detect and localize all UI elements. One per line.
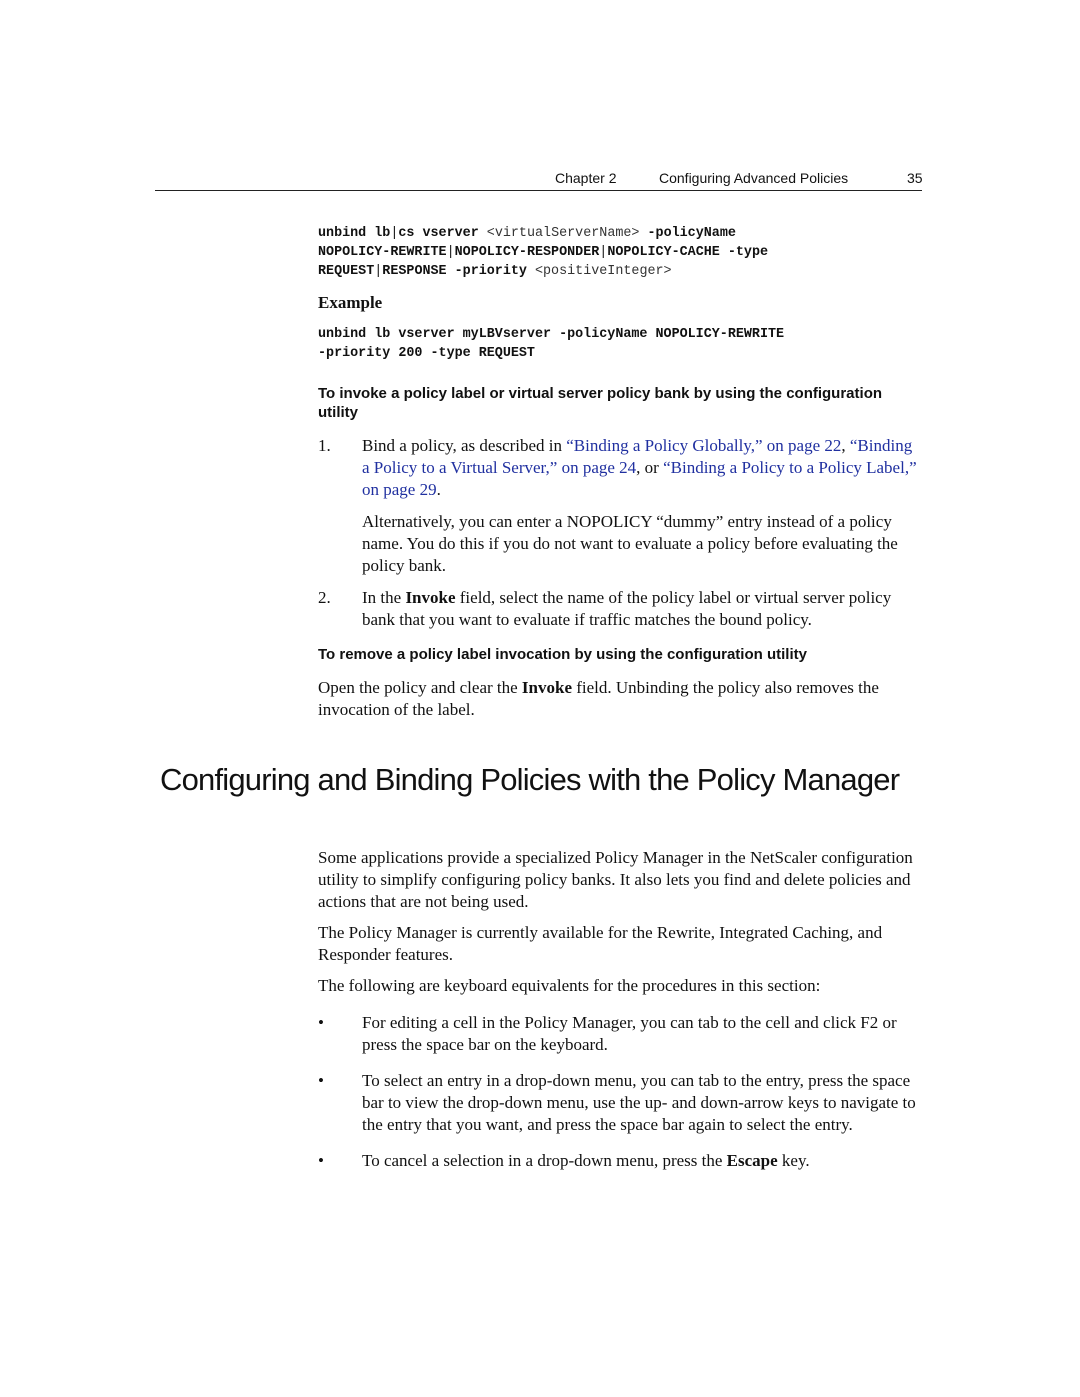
chapter-label: Chapter 2	[555, 170, 617, 186]
paragraph: The following are keyboard equivalents f…	[318, 976, 821, 995]
main-content: unbind lb | cs vserver <virtualServerName>…	[318, 224, 922, 721]
remove-instructions: Open the policy and clear the Invoke fie…	[318, 677, 922, 721]
body-text: Open the policy and clear the	[318, 678, 522, 697]
bullet-icon: •	[318, 1071, 324, 1090]
key-name-escape: Escape	[726, 1151, 778, 1170]
step-2: 2. In the Invoke field, select the name …	[318, 587, 922, 631]
step-1: 1. Bind a policy, as described in “Bindi…	[318, 435, 922, 501]
step-text: ,	[841, 436, 850, 455]
paragraph: The Policy Manager is currently availabl…	[318, 923, 883, 964]
bullet-icon: •	[318, 1013, 324, 1032]
bullet-text: To cancel a selection in a drop-down men…	[362, 1151, 727, 1170]
step-1-note: Alternatively, you can enter a NOPOLICY …	[318, 511, 922, 577]
example-code-line: -priority 200 -type REQUEST	[318, 346, 535, 361]
syntax-token: NOPOLICY-REWRITE	[318, 245, 447, 260]
step-text: .	[436, 480, 441, 499]
syntax-separator: |	[446, 245, 455, 260]
syntax-argument: <virtualServerName>	[486, 226, 640, 241]
example-code: unbind lb vserver myLBVserver -policyNam…	[318, 325, 922, 363]
link-binding-globally[interactable]: “Binding a Policy Globally,” on page 22	[566, 436, 841, 455]
syntax-token: RESPONSE -priority	[382, 264, 535, 279]
section-content: Some applications provide a specialized …	[318, 847, 922, 1172]
syntax-token: unbind lb	[318, 226, 391, 241]
section-heading: Configuring and Binding Policies with th…	[160, 762, 900, 797]
procedure-heading-invoke: To invoke a policy label or virtual serv…	[318, 385, 883, 421]
bullet-item: • To cancel a selection in a drop-down m…	[318, 1150, 922, 1172]
step-number: 2.	[318, 588, 331, 607]
note-text: Alternatively, you can enter a NOPOLICY …	[362, 512, 898, 575]
command-syntax: unbind lb | cs vserver <virtualServerName>…	[318, 224, 922, 281]
ui-term-invoke: Invoke	[521, 678, 572, 697]
syntax-token: NOPOLICY-CACHE -type	[607, 245, 769, 260]
page-number: 35	[907, 170, 923, 186]
example-heading: Example	[318, 293, 383, 312]
bullet-text: key.	[777, 1151, 810, 1170]
bullet-item: • For editing a cell in the Policy Manag…	[318, 1012, 922, 1056]
syntax-token: cs vserver	[398, 226, 487, 241]
step-text: Bind a policy, as described in	[362, 436, 567, 455]
procedure-heading-remove: To remove a policy label invocation by u…	[318, 646, 807, 663]
ui-term-invoke: Invoke	[405, 588, 456, 607]
paragraph: Some applications provide a specialized …	[318, 848, 913, 911]
bullet-text: To select an entry in a drop-down menu, …	[362, 1071, 916, 1134]
syntax-token: REQUEST	[318, 264, 375, 279]
step-number: 1.	[318, 436, 331, 455]
bullet-icon: •	[318, 1151, 324, 1170]
running-header: Chapter 2 Configuring Advanced Policies …	[155, 168, 923, 191]
syntax-token: -policyName	[639, 226, 736, 241]
step-text: In the	[362, 588, 406, 607]
bullet-item: • To select an entry in a drop-down menu…	[318, 1070, 922, 1136]
example-code-line: unbind lb vserver myLBVserver -policyNam…	[318, 327, 785, 342]
syntax-token: NOPOLICY-RESPONDER	[454, 245, 600, 260]
bullet-text: For editing a cell in the Policy Manager…	[362, 1013, 897, 1054]
chapter-title: Configuring Advanced Policies	[659, 170, 849, 186]
syntax-argument: <positiveInteger>	[534, 264, 672, 279]
step-text: , or	[636, 458, 664, 477]
